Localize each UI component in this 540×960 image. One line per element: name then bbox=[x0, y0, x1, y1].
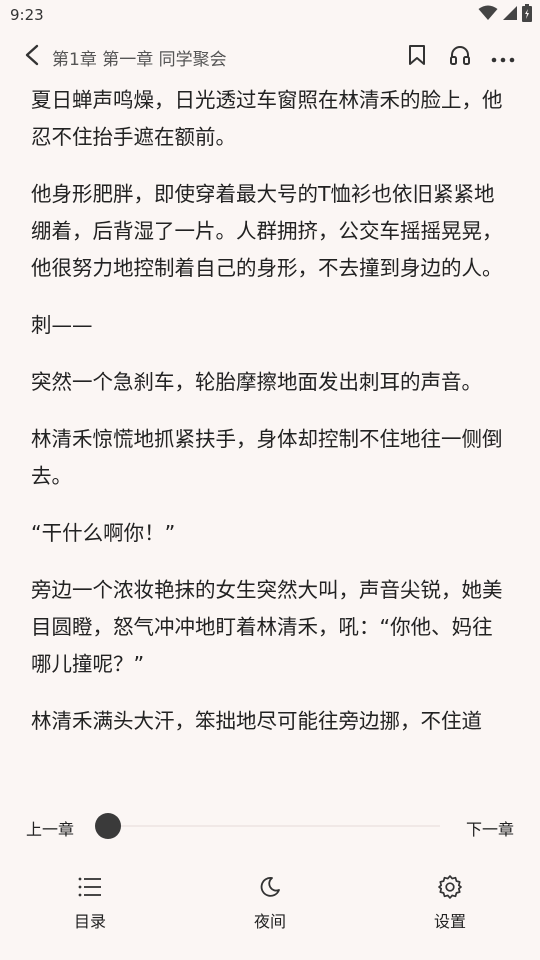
paragraph: 林清禾惊慌地抓紧扶手，身体却控制不住地往一侧倒去。 bbox=[31, 427, 503, 488]
paragraph: 夏日蝉声鸣燥，日光透过车窗照在林清禾的脸上，他忍不住抬手遮在额前。 bbox=[31, 88, 503, 149]
paragraph: 林清禾满头大汗，笨拙地尽可能往旁边挪，不住道 bbox=[31, 709, 482, 733]
headphones-icon bbox=[449, 44, 471, 70]
back-button[interactable] bbox=[18, 44, 46, 70]
listen-button[interactable] bbox=[447, 44, 473, 70]
reader-header: 第1章 第一章 同学聚会 bbox=[0, 32, 540, 82]
bookmark-icon bbox=[408, 44, 426, 70]
paragraph: “干什么啊你！” bbox=[31, 521, 176, 545]
prev-chapter-button[interactable]: 上一章 bbox=[26, 816, 74, 840]
status-bar: 9:23 bbox=[0, 0, 540, 32]
settings-button[interactable]: 设置 bbox=[410, 874, 490, 936]
bookmark-button[interactable] bbox=[404, 44, 430, 70]
paragraph: 旁边一个浓妆艳抹的女生突然大叫，声音尖锐，她美目圆瞪，怒气冲冲地盯着林清禾，吼：… bbox=[31, 578, 503, 676]
paragraph: 刺—— bbox=[31, 313, 93, 337]
more-horizontal-icon bbox=[491, 48, 515, 67]
list-icon bbox=[77, 874, 103, 900]
more-button[interactable] bbox=[490, 44, 516, 70]
status-time: 9:23 bbox=[10, 6, 44, 24]
gear-icon bbox=[437, 874, 463, 900]
moon-icon bbox=[257, 874, 283, 900]
next-chapter-button[interactable]: 下一章 bbox=[466, 816, 514, 840]
paragraph: 他身形肥胖，即使穿着最大号的T恤衫也依旧紧紧地绷着，后背湿了一片。人群拥挤，公交… bbox=[31, 182, 503, 280]
wifi-icon bbox=[478, 5, 498, 25]
night-mode-button[interactable]: 夜间 bbox=[230, 874, 310, 936]
paragraph: 突然一个急刹车，轮胎摩擦地面发出刺耳的声音。 bbox=[31, 370, 482, 394]
signal-icon bbox=[502, 5, 518, 25]
battery-icon bbox=[522, 4, 532, 26]
status-icons bbox=[478, 4, 532, 26]
night-label: 夜间 bbox=[253, 912, 286, 931]
toc-label: 目录 bbox=[73, 912, 106, 931]
reader-bottom-panel: 上一章 下一章 目录 夜间 设置 bbox=[0, 794, 540, 960]
chapter-title: 第1章 第一章 同学聚会 bbox=[52, 50, 227, 70]
settings-label: 设置 bbox=[433, 912, 466, 931]
chapter-content[interactable]: 夏日蝉声鸣燥，日光透过车窗照在林清禾的脸上，他忍不住抬手遮在额前。 他身形肥胖，… bbox=[31, 82, 511, 794]
chapter-progress-slider[interactable] bbox=[100, 825, 440, 827]
toc-button[interactable]: 目录 bbox=[50, 874, 130, 936]
slider-thumb[interactable] bbox=[95, 813, 121, 839]
chevron-left-icon bbox=[24, 44, 40, 70]
